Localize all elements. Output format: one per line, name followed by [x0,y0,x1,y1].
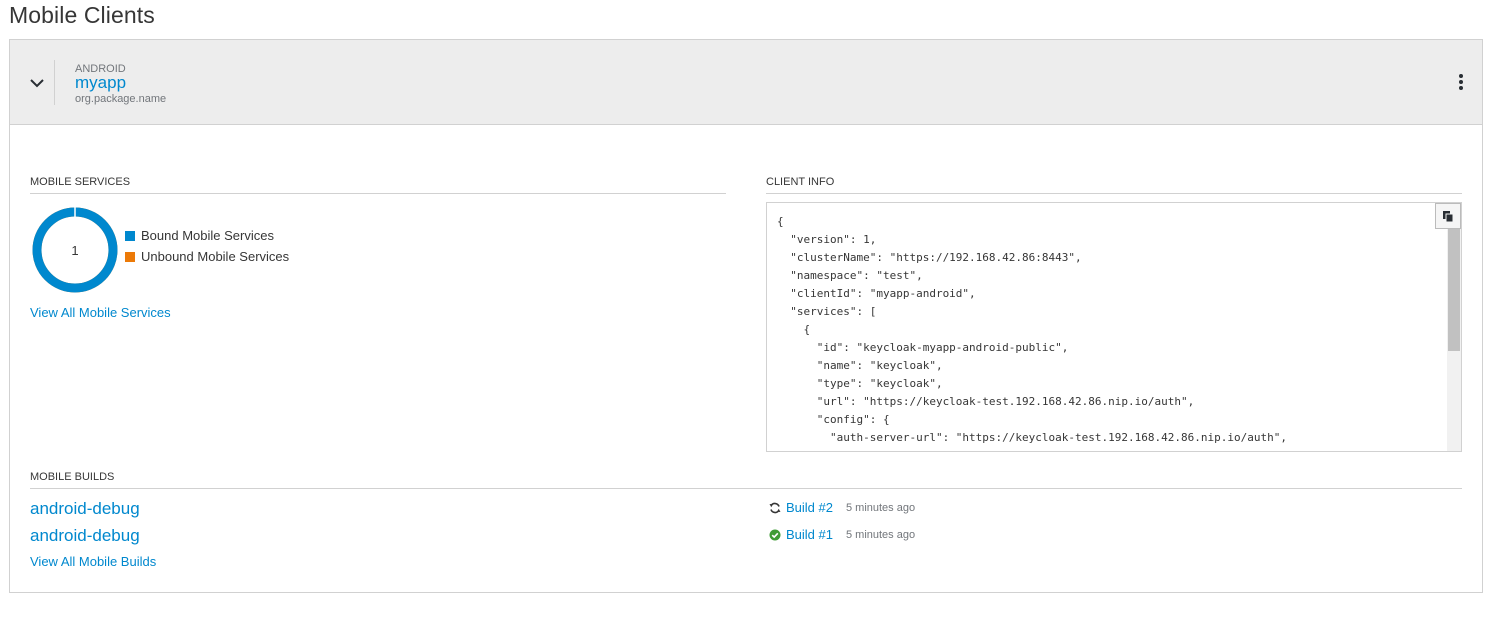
kebab-dot-icon [1459,74,1463,78]
copy-icon [1443,210,1454,222]
client-info-code-box[interactable]: { "version": 1, "clusterName": "https://… [766,202,1462,452]
code-scrollbar[interactable] [1447,229,1461,451]
copy-button[interactable] [1435,203,1461,229]
build-name-link[interactable]: android-debug [30,499,140,519]
build-time: 5 minutes ago [845,528,916,541]
build-number-link[interactable]: Build #1 [786,527,833,542]
build-time: 5 minutes ago [845,501,916,514]
kebab-dot-icon [1459,80,1463,84]
refresh-icon [768,501,782,515]
kebab-dot-icon [1459,86,1463,90]
services-legend: Bound Mobile Services Unbound Mobile Ser… [125,225,289,267]
mobile-client-card: ANDROID myapp org.package.name MOBILE SE… [9,39,1483,593]
build-status-row: Build #2 5 minutes ago [768,500,915,515]
collapse-toggle-button[interactable] [24,70,50,96]
chevron-down-icon [30,78,44,87]
legend-label-unbound: Unbound Mobile Services [141,249,290,264]
header-divider [54,60,55,105]
build-name-link[interactable]: android-debug [30,526,140,546]
mobile-builds-title: MOBILE BUILDS [30,471,1462,489]
legend-item-unbound: Unbound Mobile Services [125,246,289,267]
mobile-services-title: MOBILE SERVICES [30,176,726,194]
build-status-row: Build #1 5 minutes ago [768,527,915,542]
legend-label-bound: Bound Mobile Services [141,228,274,243]
donut-count: 1 [71,243,78,258]
legend-swatch-bound [125,230,135,241]
client-info-title: CLIENT INFO [766,176,1462,194]
client-name-link[interactable]: myapp [75,73,126,93]
card-header: ANDROID myapp org.package.name [10,40,1482,125]
check-circle-icon [768,528,782,542]
client-info-json: { "version": 1, "clusterName": "https://… [777,215,1287,444]
legend-swatch-unbound [125,251,135,262]
services-donut-chart: 1 [32,207,118,293]
build-number-link[interactable]: Build #2 [786,500,833,515]
page-title: Mobile Clients [9,2,155,28]
client-package: org.package.name [75,93,167,105]
legend-item-bound: Bound Mobile Services [125,225,289,246]
code-scrollbar-thumb[interactable] [1448,229,1460,351]
view-all-services-link[interactable]: View All Mobile Services [30,305,171,320]
kebab-menu-button[interactable] [1456,74,1466,90]
view-all-builds-link[interactable]: View All Mobile Builds [30,554,156,569]
